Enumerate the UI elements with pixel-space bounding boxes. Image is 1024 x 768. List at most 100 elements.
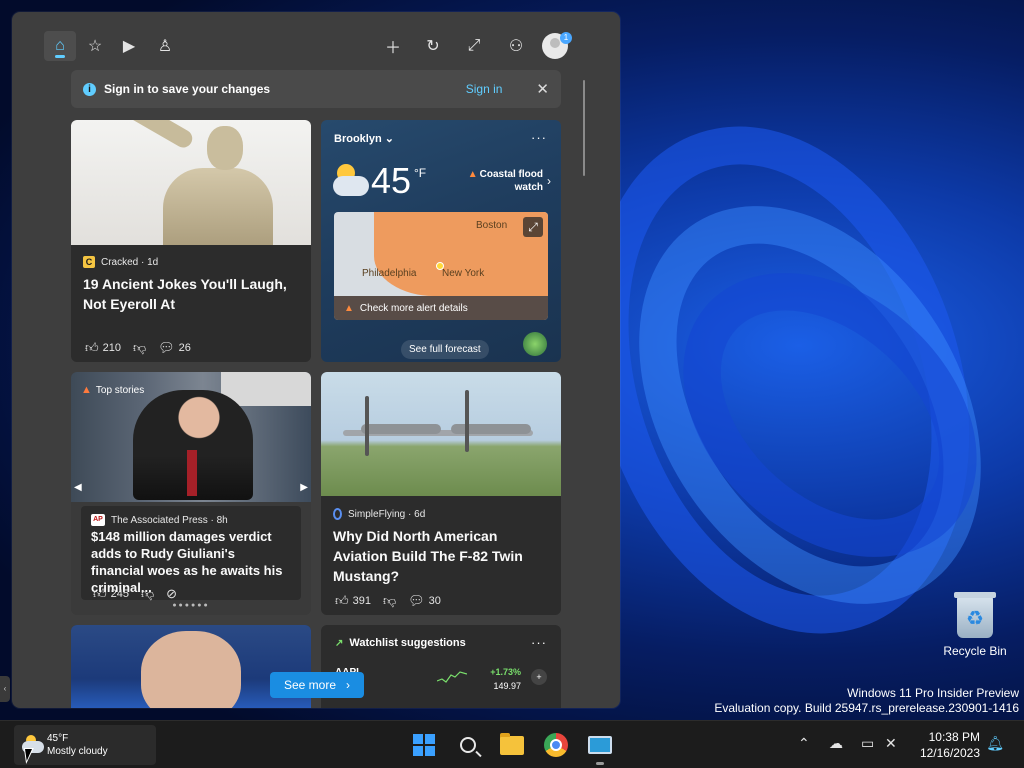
recycle-bin-label: Recycle Bin	[943, 644, 1007, 658]
star-settings-icon[interactable]: ☆	[79, 31, 111, 61]
top-stories-card[interactable]: ▲ Top stories ◀ ▶ AP The Associated Pres…	[71, 372, 311, 615]
remote-desktop-icon	[588, 736, 612, 754]
start-button[interactable]	[408, 729, 440, 761]
notification-bell-icon[interactable]: 🔔︎	[986, 735, 1004, 752]
story-body: AP The Associated Press · 8h $148 millio…	[81, 506, 301, 602]
carousel-dots[interactable]: ●●●●●●	[71, 602, 311, 609]
chrome-button[interactable]	[540, 729, 572, 761]
watchlist-title-text: Watchlist suggestions	[349, 637, 466, 649]
weather-map[interactable]: Boston Philadelphia New York ⤢ ▲ Check m…	[334, 212, 548, 320]
watchlist-row[interactable]: AAPL fast +1.73% 149.97 +	[335, 665, 547, 697]
weather-card[interactable]: Brooklyn ⌄ ··· 45 °F ▲ Coastal flood watc…	[321, 120, 561, 362]
info-icon: i	[83, 82, 96, 96]
comment-icon[interactable]: 💬︎	[408, 593, 425, 609]
cracked-logo: C	[83, 256, 95, 268]
location-pin-icon	[436, 262, 444, 270]
onedrive-icon[interactable]: ☁	[829, 735, 843, 752]
expand-icon[interactable]: ⤢	[458, 31, 490, 61]
label-text: Top stories	[95, 384, 145, 396]
trophy-icon[interactable]: ♙	[149, 31, 181, 61]
comments-off-icon[interactable]: ⊘	[166, 586, 177, 602]
chevron-right-icon: ›	[346, 678, 351, 692]
like-icon[interactable]: 👍︎	[93, 586, 107, 602]
city-name: Brooklyn	[334, 133, 382, 145]
watermark-line: Evaluation copy. Build 25947.rs_prerelea…	[714, 701, 1019, 715]
comment-count: 30	[428, 595, 441, 607]
search-button[interactable]	[452, 729, 484, 761]
widgets-toolbar: ⌂ ☆ ▶ ♙ ＋ ↻ ⤢ ⚇ 1	[12, 12, 620, 78]
network-icon[interactable]: ▭	[861, 735, 874, 752]
flame-icon: ▲	[81, 384, 92, 396]
folder-icon	[500, 732, 524, 755]
like-icon[interactable]: 👍︎	[85, 340, 99, 356]
dislike-icon[interactable]: 👎︎	[141, 586, 154, 602]
alert-details-bar[interactable]: ▲ Check more alert details	[334, 296, 548, 320]
weather-location[interactable]: Brooklyn ⌄	[334, 132, 394, 145]
chevron-right-icon[interactable]: ›	[547, 174, 551, 188]
top-stories-label: ▲ Top stories	[81, 384, 144, 396]
story-headline[interactable]: Why Did North American Aviation Build Th…	[333, 526, 549, 586]
story-image	[71, 120, 311, 245]
dislike-icon[interactable]: 👎︎	[383, 593, 396, 609]
plus-icon[interactable]: ＋	[377, 31, 409, 61]
warning-icon: ▲	[467, 169, 478, 180]
story-headline[interactable]: 19 Ancient Jokes You'll Laugh, Not Eyero…	[83, 274, 299, 314]
system-clock[interactable]: 10:38 PM 12/16/2023	[920, 729, 980, 761]
comment-icon[interactable]: 💬︎	[158, 340, 175, 356]
sparkline-icon	[437, 671, 467, 683]
chevron-up-icon[interactable]: ⌃	[798, 735, 810, 752]
watchlist-title: ↗ Watchlist suggestions	[335, 637, 466, 649]
running-indicator	[596, 762, 604, 765]
source-name: The Associated Press · 8h	[111, 514, 228, 526]
watermark-line: Windows 11 Pro Insider Preview	[847, 686, 1019, 700]
signin-link[interactable]: Sign in	[466, 82, 503, 96]
story-actions: 👍︎ 391 👎︎ 💬︎ 30	[335, 593, 441, 609]
map-label: Boston	[476, 220, 508, 231]
mouse-cursor-icon	[23, 748, 37, 764]
add-to-watchlist-button[interactable]: +	[531, 669, 547, 685]
weather-alert[interactable]: ▲ Coastal flood watch	[453, 168, 543, 194]
story-source: C Cracked · 1d	[83, 256, 158, 268]
taskbar-condition: Mostly cloudy	[47, 746, 108, 757]
source-name: Cracked · 1d	[101, 256, 159, 268]
video-icon[interactable]: ▶	[113, 31, 145, 61]
expand-icon[interactable]: ⤢	[523, 217, 543, 237]
scrollbar-thumb[interactable]	[583, 80, 585, 176]
simpleflying-logo	[333, 508, 342, 520]
notification-badge: 1	[560, 32, 572, 44]
taskbar-temperature: 45°F	[47, 733, 69, 744]
alert-details-text: Check more alert details	[359, 302, 468, 314]
msn-weather-badge-icon	[523, 332, 547, 356]
remote-desktop-button[interactable]	[584, 729, 616, 765]
map-label: Philadelphia	[362, 268, 417, 279]
recycle-bin-icon	[954, 592, 996, 638]
people-icon[interactable]: ⚇	[500, 31, 532, 61]
like-icon[interactable]: 👍︎	[335, 593, 349, 609]
like-count: 391	[352, 595, 371, 607]
wallpaper-ring	[568, 143, 1024, 667]
see-more-button[interactable]: See more ›	[270, 672, 365, 698]
news-card[interactable]: C Cracked · 1d 19 Ancient Jokes You'll L…	[71, 120, 311, 362]
chevron-right-icon[interactable]: ▶	[300, 482, 308, 493]
refresh-icon[interactable]: ↻	[417, 31, 449, 61]
temperature: 45	[371, 160, 412, 201]
wallpaper-ring	[627, 215, 1024, 615]
see-full-forecast-button[interactable]: See full forecast	[401, 340, 489, 359]
edge-handle[interactable]: ‹	[0, 676, 10, 702]
close-icon[interactable]: ✕	[536, 80, 549, 98]
volume-muted-icon[interactable]: ✕	[885, 735, 897, 752]
story-image	[321, 372, 561, 496]
chevron-left-icon[interactable]: ◀	[74, 482, 82, 493]
evaluation-watermark: Windows 11 Pro Insider Preview Evaluatio…	[714, 686, 1019, 716]
home-icon[interactable]: ⌂	[44, 31, 76, 61]
recycle-bin[interactable]: Recycle Bin	[940, 592, 1010, 658]
source-name: SimpleFlying · 6d	[348, 508, 426, 520]
news-card[interactable]: SimpleFlying · 6d Why Did North American…	[321, 372, 561, 615]
file-explorer-button[interactable]	[496, 729, 528, 761]
more-options-icon[interactable]: ···	[531, 635, 547, 650]
more-options-icon[interactable]: ···	[531, 130, 547, 145]
clock-date: 12/16/2023	[919, 746, 980, 760]
taskbar: 45°F Mostly cloudy ⌃ ☁ ▭ ✕ 10:38 PM 12/1…	[0, 720, 1024, 768]
warning-icon: ▲	[344, 302, 354, 314]
dislike-icon[interactable]: 👎︎	[133, 340, 146, 356]
